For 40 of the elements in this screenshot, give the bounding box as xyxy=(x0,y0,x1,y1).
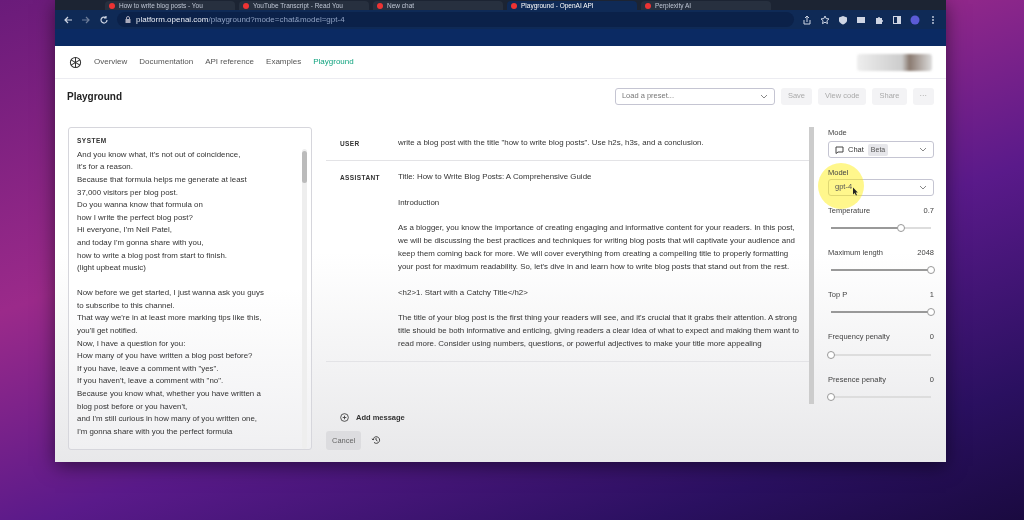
back-arrow-icon[interactable] xyxy=(63,14,73,25)
history-icon[interactable] xyxy=(371,435,382,446)
puzzle-icon[interactable] xyxy=(874,14,884,25)
url-text: platform.openai.com/playground?mode=chat&model=gpt-4 xyxy=(136,13,345,26)
favicon-icon xyxy=(645,3,651,9)
forward-arrow-icon[interactable] xyxy=(81,14,91,25)
favicon-icon xyxy=(109,3,115,9)
nav-link[interactable]: Documentation xyxy=(139,56,194,68)
favicon-icon xyxy=(511,3,517,9)
nav-link[interactable]: API reference xyxy=(205,56,255,68)
profile-avatar-icon[interactable] xyxy=(910,14,920,25)
extension-icon[interactable] xyxy=(856,14,866,25)
chevron-down-icon xyxy=(919,184,927,190)
plus-circle-icon xyxy=(340,412,349,422)
chevron-down-icon xyxy=(759,93,768,99)
address-bar[interactable]: platform.openai.com/playground?mode=chat&model=gpt-4 xyxy=(117,12,794,27)
shield-icon[interactable] xyxy=(838,14,848,25)
chat-bubble-icon xyxy=(835,145,844,154)
logo-icon[interactable] xyxy=(69,55,82,69)
share-icon[interactable] xyxy=(802,14,812,25)
slider-thumb[interactable] xyxy=(897,223,905,232)
pointer-cursor-icon xyxy=(852,187,858,197)
slider-track[interactable] xyxy=(831,226,931,229)
nav-link[interactable]: Overview xyxy=(94,56,128,68)
slider-thumb[interactable] xyxy=(927,266,935,274)
star-icon[interactable] xyxy=(820,14,830,25)
chevron-down-icon xyxy=(919,147,927,153)
cursor-highlight xyxy=(818,163,864,210)
page-title: Playground xyxy=(67,89,122,104)
scrollbar[interactable] xyxy=(302,148,307,449)
lock-icon xyxy=(125,16,131,23)
slider-thumb[interactable] xyxy=(827,392,835,401)
slider-thumb[interactable] xyxy=(827,350,835,359)
favicon-icon xyxy=(243,3,249,9)
reload-icon[interactable] xyxy=(99,14,109,25)
sidebar-icon[interactable] xyxy=(892,14,902,25)
favicon-icon xyxy=(377,3,383,9)
account-block[interactable] xyxy=(857,53,932,71)
slider-thumb[interactable] xyxy=(927,308,935,317)
nav-link[interactable]: Examples xyxy=(266,56,302,68)
